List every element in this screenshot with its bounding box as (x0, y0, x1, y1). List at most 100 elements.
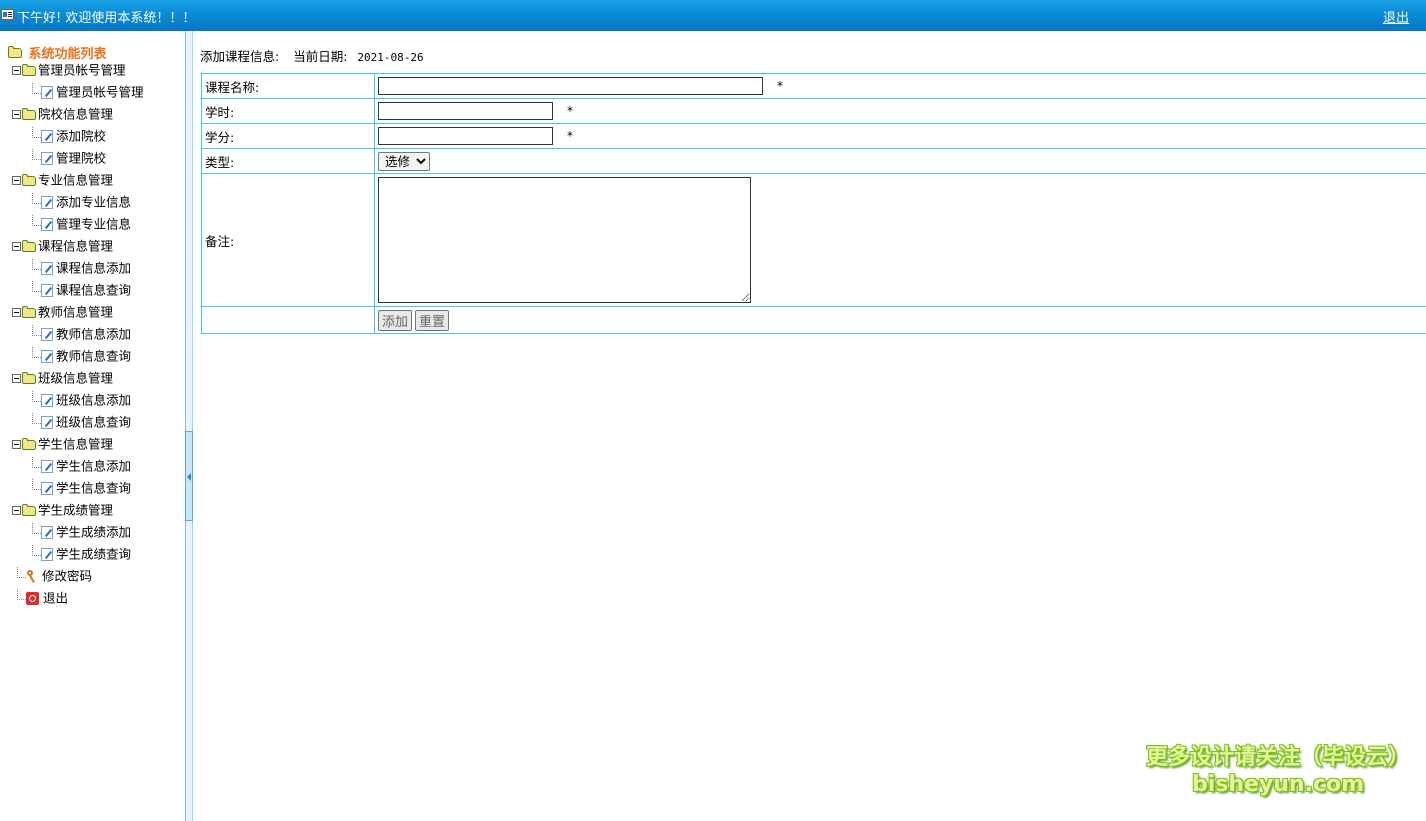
collapse-icon[interactable] (12, 110, 21, 119)
tree-root[interactable]: 系统功能列表 (8, 43, 107, 62)
collapse-icon[interactable] (12, 66, 21, 75)
tree-item-label: 课程信息查询 (56, 282, 132, 298)
app-window-icon (1, 9, 14, 20)
edit-document-icon (41, 218, 53, 231)
form-row-note: 备注: (201, 173, 1426, 307)
tree-item-label: 管理专业信息 (56, 216, 132, 232)
edit-document-icon (41, 328, 53, 341)
tree-item-label: 学生信息添加 (56, 458, 132, 474)
tree-item-change-password[interactable]: 修改密码 (17, 567, 92, 585)
tree-item-add-school[interactable]: 添加院校 (32, 127, 106, 145)
collapse-icon[interactable] (12, 440, 21, 449)
form-row-credit: 学分: * (201, 123, 1426, 149)
tree-group-major[interactable]: 专业信息管理 (12, 171, 113, 189)
actions-label-cell (201, 306, 375, 334)
edit-document-icon (41, 460, 53, 473)
required-mark: * (776, 79, 783, 93)
edit-document-icon (41, 416, 53, 429)
hours-cell: * (374, 98, 1426, 124)
course-name-label: 课程名称: (201, 73, 375, 99)
tree-connector (32, 127, 41, 138)
tree-item-manage-school[interactable]: 管理院校 (32, 149, 106, 167)
edit-document-icon (41, 526, 53, 539)
tree-item-query-score[interactable]: 学生成绩查询 (32, 545, 131, 563)
tree-item-label: 教师信息查询 (56, 348, 132, 364)
tree-item-add-teacher[interactable]: 教师信息添加 (32, 325, 131, 343)
note-textarea[interactable] (378, 176, 751, 303)
tree-connector (32, 391, 41, 402)
tree-connector (32, 149, 41, 160)
tree-item-label: 班级信息添加 (56, 392, 132, 408)
folder-icon (22, 503, 36, 516)
page-header: 添加课程信息: 当前日期: 2021-08-26 (200, 46, 424, 65)
power-exit-icon (26, 592, 39, 605)
tree-group-admin-account[interactable]: 管理员帐号管理 (12, 61, 126, 79)
tree-connector (32, 347, 41, 358)
tree-item-add-student[interactable]: 学生信息添加 (32, 457, 131, 475)
collapse-icon[interactable] (12, 506, 21, 515)
folder-icon (22, 437, 36, 450)
sidebar-tree: 系统功能列表 管理员帐号管理 管理员帐号管理 院校信息管理 添加院校 管理院校 … (0, 31, 185, 821)
tree-item-query-class[interactable]: 班级信息查询 (32, 413, 131, 431)
tree-group-course[interactable]: 课程信息管理 (12, 237, 113, 255)
tree-group-class[interactable]: 班级信息管理 (12, 369, 113, 387)
tree-item-add-class[interactable]: 班级信息添加 (32, 391, 131, 409)
collapse-icon[interactable] (12, 374, 21, 383)
tree-item-admin-account-manage[interactable]: 管理员帐号管理 (32, 83, 144, 101)
tree-item-add-major[interactable]: 添加专业信息 (32, 193, 131, 211)
reset-button[interactable]: 重置 (415, 309, 450, 331)
tree-item-add-score[interactable]: 学生成绩添加 (32, 523, 131, 541)
tree-item-add-course[interactable]: 课程信息添加 (32, 259, 131, 277)
tree-item-label: 学生成绩添加 (56, 524, 132, 540)
tree-group-school[interactable]: 院校信息管理 (12, 105, 113, 123)
folder-icon (22, 63, 36, 76)
tree-item-label: 学生成绩查询 (56, 546, 132, 562)
tree-connector (32, 83, 41, 94)
tree-root-label: 系统功能列表 (28, 47, 107, 62)
watermark: 更多设计请关注（毕设云） bisheyun.com (1143, 744, 1413, 798)
form-row-hours: 学时: * (201, 98, 1426, 124)
page-title: 添加课程信息: (200, 49, 280, 64)
tree-connector (32, 259, 41, 270)
course-name-input[interactable] (378, 77, 763, 95)
tree-connector (32, 281, 41, 292)
folder-icon (22, 371, 36, 384)
add-button[interactable]: 添加 (378, 309, 413, 331)
tree-connector (32, 215, 41, 226)
date-value: 2021-08-26 (357, 51, 424, 64)
tree-item-query-teacher[interactable]: 教师信息查询 (32, 347, 131, 365)
tree-group-label: 班级信息管理 (38, 370, 114, 386)
tree-item-label: 添加专业信息 (56, 194, 132, 210)
tree-group-score[interactable]: 学生成绩管理 (12, 501, 113, 519)
credit-cell: * (374, 123, 1426, 149)
type-select[interactable]: 选修 (378, 151, 430, 171)
tree-item-exit[interactable]: 退出 (17, 589, 68, 607)
tree-item-label: 课程信息添加 (56, 260, 132, 276)
watermark-line1: 更多设计请关注（毕设云） (1145, 745, 1410, 770)
tree-connector (32, 479, 41, 490)
tree-item-manage-major[interactable]: 管理专业信息 (32, 215, 131, 233)
edit-document-icon (41, 548, 53, 561)
tree-item-query-student[interactable]: 学生信息查询 (32, 479, 131, 497)
credit-input[interactable] (378, 127, 553, 145)
tree-connector (17, 589, 26, 600)
tree-group-label: 课程信息管理 (38, 238, 114, 254)
folder-icon (8, 45, 22, 58)
frame-splitter[interactable] (185, 31, 193, 821)
edit-document-icon (41, 86, 53, 99)
hours-input[interactable] (378, 102, 553, 120)
edit-document-icon (41, 196, 53, 209)
required-mark: * (566, 129, 573, 143)
collapse-icon[interactable] (12, 176, 21, 185)
tree-connector (32, 523, 41, 534)
collapse-icon[interactable] (12, 308, 21, 317)
collapse-icon[interactable] (12, 242, 21, 251)
tree-item-query-course[interactable]: 课程信息查询 (32, 281, 131, 299)
tree-group-teacher[interactable]: 教师信息管理 (12, 303, 113, 321)
collapse-sidebar-handle[interactable] (185, 431, 193, 521)
tree-group-student[interactable]: 学生信息管理 (12, 435, 113, 453)
edit-document-icon (41, 262, 53, 275)
edit-document-icon (41, 350, 53, 363)
tree-item-label: 学生信息查询 (56, 480, 132, 496)
header-logout-link[interactable]: 退出 (1383, 7, 1409, 26)
